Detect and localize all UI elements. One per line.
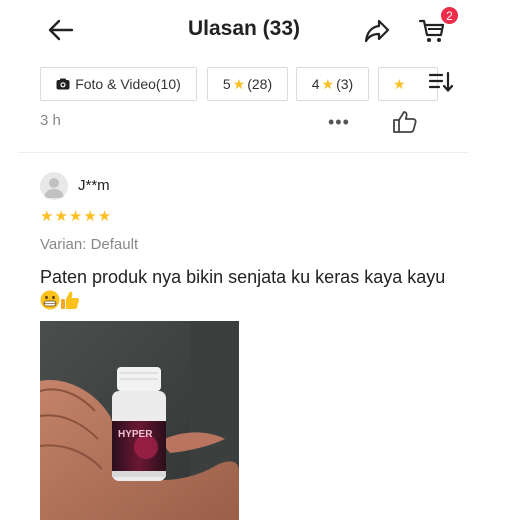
filter-4-star-count: (3) (336, 76, 354, 92)
thumbs-up-emoji-icon (60, 290, 80, 316)
filter-photo-video-chip[interactable]: Foto & Video(10) (40, 67, 197, 101)
review-variant: Varian: Default (40, 236, 139, 253)
review-photo[interactable]: HYPER (40, 321, 239, 520)
reviewer-username: J**m (78, 177, 110, 194)
review-comment: Paten produk nya bikin senjata ku keras … (40, 267, 446, 287)
sort-icon (428, 71, 454, 92)
review-time: 3 h (40, 112, 61, 129)
sort-button[interactable] (428, 71, 458, 101)
avatar[interactable] (40, 172, 68, 200)
top-bar: Ulasan (33) 2 (0, 0, 525, 60)
share-button[interactable] (362, 16, 392, 46)
review-filter-bar: Foto & Video(10) 5 ★ (28) 4 ★ (3) ★ (40, 67, 480, 103)
star-icon: ★ (321, 75, 335, 92)
filter-photo-video-label: Foto & Video(10) (75, 76, 181, 92)
filter-5-star-chip[interactable]: 5 ★ (28) (207, 67, 288, 101)
grinning-emoji-icon (40, 290, 60, 316)
default-user-icon (44, 178, 64, 198)
page-title: Ulasan (33) (187, 17, 301, 40)
product-photo-image: HYPER (40, 321, 239, 520)
review-rating-stars: ★★★★★ (40, 208, 113, 225)
star-icon: ★ (232, 75, 246, 92)
camera-icon (56, 78, 70, 90)
filter-4-star-chip[interactable]: 4 ★ (3) (296, 67, 369, 101)
like-button[interactable] (392, 110, 420, 136)
more-options-button[interactable]: ••• (328, 112, 350, 133)
divider (18, 152, 468, 153)
filter-5-star-label: 5 (222, 76, 231, 92)
filter-5-star-count: (28) (247, 76, 273, 92)
product-label-text: HYPER (118, 429, 153, 440)
cart-button[interactable]: 2 (418, 6, 459, 46)
star-icon: ★ (393, 75, 406, 92)
thumbs-up-icon (393, 111, 417, 133)
cart-count-badge: 2 (440, 6, 459, 25)
filter-4-star-label: 4 (311, 76, 320, 92)
previous-review-meta: 3 h ••• (40, 110, 480, 136)
review-text-block: Paten produk nya bikin senjata ku keras … (40, 265, 460, 316)
share-icon (364, 19, 390, 43)
